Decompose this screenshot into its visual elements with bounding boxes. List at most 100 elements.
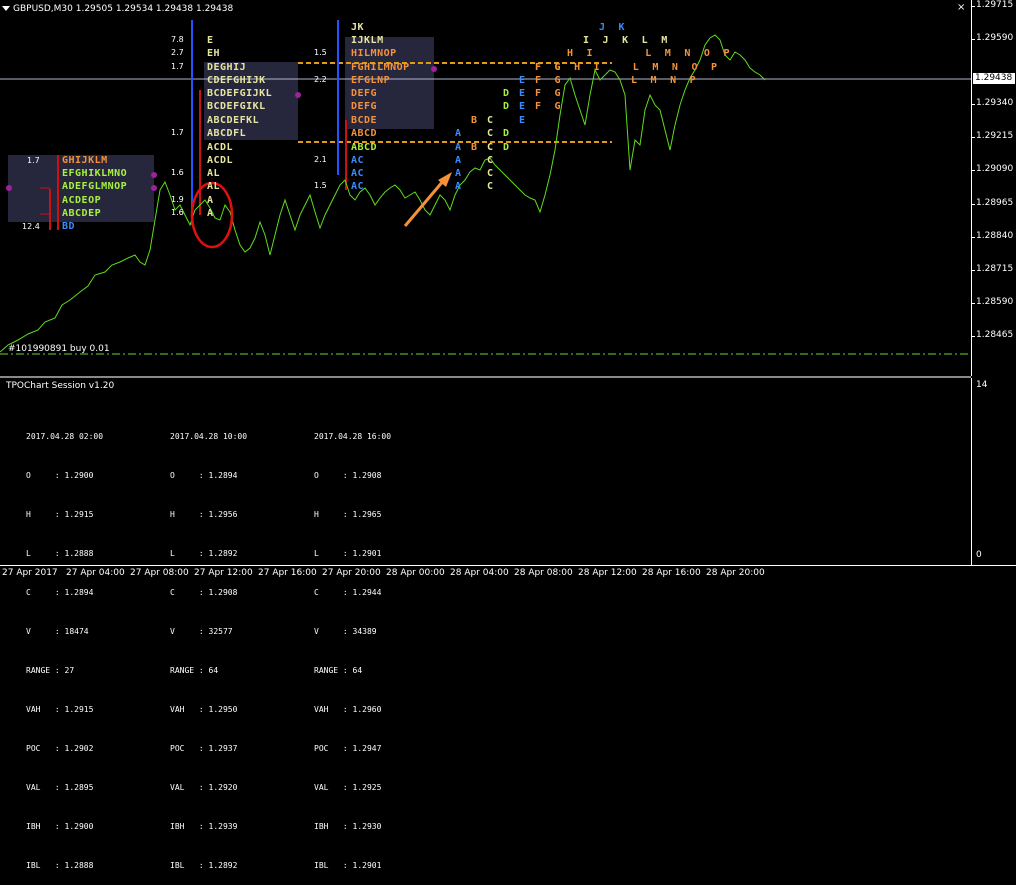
tpo-row: ABCD <box>351 142 378 153</box>
stat-row: O : 1.2908 <box>314 471 382 480</box>
time-tick: 27 Apr 12:00 <box>194 568 253 578</box>
tpo-row: ABCDFL <box>207 128 247 139</box>
tpo-row: EH <box>207 48 221 59</box>
stat-row: RANGE : 64 <box>314 666 363 675</box>
stat-row: POC : 1.2947 <box>314 744 382 753</box>
tpo-row: J K <box>599 22 626 33</box>
tpo-letter: C <box>487 128 494 139</box>
time-tick: 27 Apr 08:00 <box>130 568 189 578</box>
stat-row: H : 1.2965 <box>314 510 382 519</box>
tpo-number: 2.2 <box>314 75 327 84</box>
tpo-number: 2.1 <box>314 155 327 164</box>
stat-row: C : 1.2894 <box>26 588 94 597</box>
tpo-row: DEFG <box>351 88 378 99</box>
tpo-number: 2.7 <box>171 48 184 57</box>
tpo-letter: E <box>519 75 526 86</box>
tpo-number: 12.4 <box>22 222 40 231</box>
tpo-letter: E <box>519 115 526 126</box>
tpo-row: EFGHIKLMNO <box>62 168 128 179</box>
tpo-row: IJKLM <box>351 35 384 46</box>
indicator-title: TPOChart Session v1.20 <box>6 381 115 391</box>
price-tick: 1.28840 <box>971 231 1014 241</box>
time-axis[interactable]: 27 Apr 2017 27 Apr 04:00 27 Apr 08:00 27… <box>0 565 1016 582</box>
stat-row: IBL : 1.2888 <box>26 861 94 870</box>
price-tick: 1.29590 <box>971 33 1014 43</box>
stat-row: RANGE : 64 <box>170 666 219 675</box>
stat-row: V : 34389 <box>314 627 377 636</box>
stat-row: VAH : 1.2960 <box>314 705 382 714</box>
stat-row: H : 1.2956 <box>170 510 238 519</box>
tpo-row: BD <box>62 221 76 232</box>
stat-row: L : 1.2892 <box>170 549 238 558</box>
indicator-axis-bottom: 0 <box>976 550 982 560</box>
tpo-row: A <box>207 195 214 206</box>
tpo-row: ACDEOP <box>62 195 102 206</box>
current-price-label: 1.29438 <box>973 73 1015 84</box>
price-axis[interactable]: 1.29715 1.29590 1.29340 1.29215 1.29090 … <box>971 0 1016 376</box>
tpo-row: ABCDEFKL <box>207 115 260 126</box>
tpo-row: A <box>207 208 214 219</box>
time-tick: 27 Apr 16:00 <box>258 568 317 578</box>
session-date: 2017.04.28 10:00 <box>170 432 248 441</box>
tpo-row: EFGLNP <box>351 75 391 86</box>
tpo-row: E <box>207 35 214 46</box>
tpo-row: ACDL <box>207 142 234 153</box>
stat-row: C : 1.2908 <box>170 588 238 597</box>
stat-row: L : 1.2901 <box>314 549 382 558</box>
stat-row: IBH : 1.2930 <box>314 822 382 831</box>
tpo-letter: E <box>519 88 526 99</box>
session-stats-2: 2017.04.28 10:00 O : 1.2894 H : 1.2956 L… <box>170 404 300 885</box>
tpo-row: DEGHIJ <box>207 62 247 73</box>
price-tick: 1.29215 <box>971 131 1014 141</box>
tpo-letter: C <box>487 115 494 126</box>
order-label[interactable]: #101990891 buy 0.01 <box>8 344 110 354</box>
stat-row: IBH : 1.2939 <box>170 822 238 831</box>
tpo-number: 7.8 <box>171 35 184 44</box>
menu-triangle-icon[interactable] <box>2 6 10 11</box>
chart-header[interactable]: GBPUSD,M30 1.29505 1.29534 1.29438 1.294… <box>2 4 233 14</box>
tpo-number: 1.6 <box>171 168 184 177</box>
price-tick: 1.29340 <box>971 98 1014 108</box>
stat-row: V : 18474 <box>26 627 89 636</box>
tpo-row: HILMNOP <box>351 48 397 59</box>
stat-row: POC : 1.2937 <box>170 744 238 753</box>
tpo-row: GHIJKLM <box>62 155 108 166</box>
tpo-letter: D <box>503 128 510 139</box>
stat-row: POC : 1.2902 <box>26 744 94 753</box>
indicator-axis: 14 0 <box>971 378 1016 565</box>
tpo-row: AC <box>351 155 365 166</box>
stat-row: VAL : 1.2920 <box>170 783 238 792</box>
tpo-number: 1.6 <box>171 208 184 217</box>
symbol-info: GBPUSD,M30 1.29505 1.29534 1.29438 1.294… <box>13 4 234 14</box>
price-tick: 1.28465 <box>971 330 1014 340</box>
session-date: 2017.04.28 16:00 <box>314 432 392 441</box>
tpo-letter: F G <box>535 88 562 99</box>
tpo-letter: D <box>503 142 510 153</box>
stat-row: IBL : 1.2901 <box>314 861 382 870</box>
tpo-row: DEFG <box>351 101 378 112</box>
poc-dot-2 <box>151 185 157 191</box>
tpo-letter: D <box>503 101 510 112</box>
close-icon[interactable]: × <box>957 2 965 13</box>
stat-row: VAL : 1.2895 <box>26 783 94 792</box>
price-tick: 1.28715 <box>971 264 1014 274</box>
stat-row: O : 1.2894 <box>170 471 238 480</box>
time-tick: 28 Apr 16:00 <box>642 568 701 578</box>
tpo-letter: A <box>455 128 462 139</box>
tpo-row: CDEFGHIJK <box>207 75 266 86</box>
poc-dot-1 <box>6 185 12 191</box>
time-tick: 28 Apr 04:00 <box>450 568 509 578</box>
annotation-arrow <box>403 179 446 227</box>
tpo-row: AL <box>207 168 221 179</box>
tpo-letter: A <box>455 155 462 166</box>
stat-row: IBL : 1.2892 <box>170 861 238 870</box>
stat-row: H : 1.2915 <box>26 510 94 519</box>
tpo-row: AL <box>207 181 221 192</box>
tpo-number: 1.7 <box>27 156 40 165</box>
tpo-number: 1.5 <box>314 48 327 57</box>
tpo-letter: F G <box>535 75 562 86</box>
tpo-letter: E <box>519 101 526 112</box>
stat-row: C : 1.2944 <box>314 588 382 597</box>
tpo-row: H I L M N O P <box>567 48 731 59</box>
tpo-letter: F G <box>535 101 562 112</box>
